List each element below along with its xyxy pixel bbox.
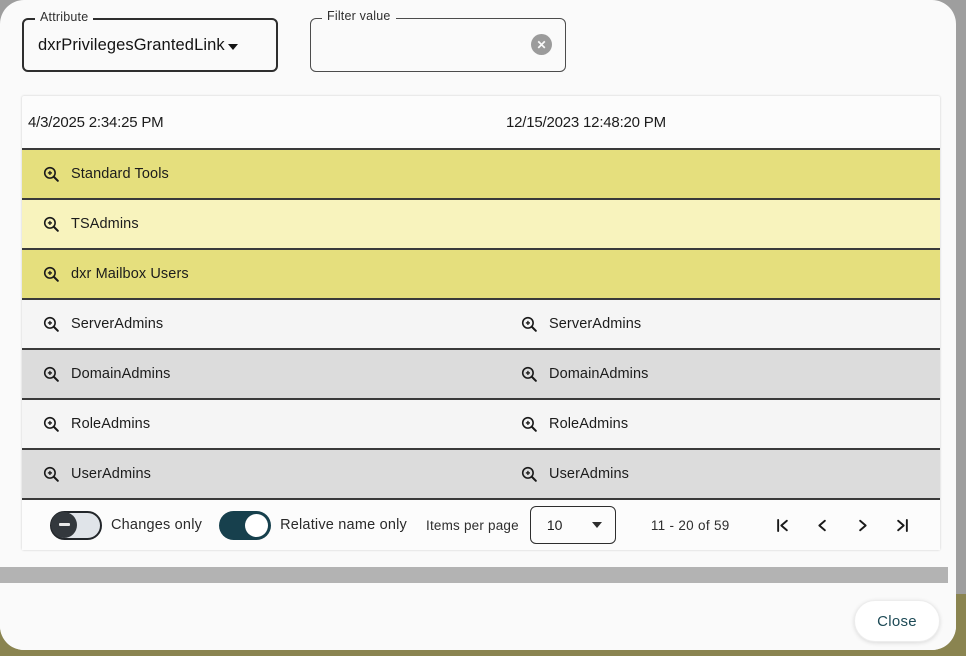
zoom-in-magnifier-icon[interactable] bbox=[42, 365, 61, 384]
dialog-footer: Close bbox=[0, 584, 956, 650]
cell-left-label: RoleAdmins bbox=[71, 416, 150, 432]
changes-only-toggle[interactable] bbox=[50, 511, 102, 540]
zoom-in-magnifier-icon[interactable] bbox=[520, 415, 539, 434]
zoom-in-magnifier-icon[interactable] bbox=[42, 415, 61, 434]
attribute-compare-dialog: Attribute dxrPrivilegesGrantedLink Filte… bbox=[0, 0, 956, 650]
table-row[interactable]: UserAdmins UserAdmins bbox=[22, 450, 940, 500]
previous-page-button[interactable] bbox=[812, 514, 834, 536]
first-page-icon bbox=[773, 516, 792, 535]
last-page-icon bbox=[893, 516, 912, 535]
table-row[interactable]: TSAdmins bbox=[22, 200, 940, 250]
table-row[interactable]: RoleAdmins RoleAdmins bbox=[22, 400, 940, 450]
items-per-page-value: 10 bbox=[547, 517, 563, 533]
pagination-controls bbox=[772, 514, 932, 536]
cell-right: UserAdmins bbox=[500, 465, 940, 484]
caret-down-icon bbox=[592, 522, 602, 528]
toggle-knob-minus-icon bbox=[51, 512, 77, 538]
table-body: Standard Tools TSAdmins bbox=[22, 150, 940, 500]
zoom-in-magnifier-icon[interactable] bbox=[42, 215, 61, 234]
cell-right-label: RoleAdmins bbox=[549, 416, 628, 432]
zoom-in-magnifier-icon[interactable] bbox=[42, 165, 61, 184]
table-footer: Changes only Relative name only Items pe… bbox=[22, 500, 940, 550]
cell-right-label: DomainAdmins bbox=[549, 366, 649, 382]
zoom-in-magnifier-icon[interactable] bbox=[42, 265, 61, 284]
cell-left-label: DomainAdmins bbox=[71, 366, 171, 382]
cell-right: ServerAdmins bbox=[500, 315, 940, 334]
attribute-selected-value: dxrPrivilegesGrantedLink bbox=[38, 20, 238, 70]
items-per-page-label: Items per page bbox=[426, 518, 519, 533]
attribute-select[interactable]: Attribute dxrPrivilegesGrantedLink bbox=[22, 18, 278, 72]
comparison-table: 4/3/2025 2:34:25 PM 12/15/2023 12:48:20 … bbox=[22, 96, 940, 550]
relative-name-only-toggle[interactable] bbox=[219, 511, 271, 540]
cell-right: RoleAdmins bbox=[500, 415, 940, 434]
column-header-right: 12/15/2023 12:48:20 PM bbox=[500, 114, 940, 131]
cell-left: ServerAdmins bbox=[22, 315, 500, 334]
page-range-label: 11 - 20 of 59 bbox=[651, 518, 730, 533]
table-header-row: 4/3/2025 2:34:25 PM 12/15/2023 12:48:20 … bbox=[22, 96, 940, 150]
close-button[interactable]: Close bbox=[854, 600, 940, 642]
zoom-in-magnifier-icon[interactable] bbox=[42, 465, 61, 484]
cell-left-label: dxr Mailbox Users bbox=[71, 266, 189, 282]
column-header-left: 4/3/2025 2:34:25 PM bbox=[22, 114, 500, 131]
cell-left-label: Standard Tools bbox=[71, 166, 169, 182]
chevron-left-icon bbox=[813, 516, 832, 535]
clear-filter-button[interactable]: ✕ bbox=[531, 34, 552, 55]
cell-left: DomainAdmins bbox=[22, 365, 500, 384]
last-page-button[interactable] bbox=[892, 514, 914, 536]
cell-left: UserAdmins bbox=[22, 465, 500, 484]
zoom-in-magnifier-icon[interactable] bbox=[520, 315, 539, 334]
cell-right: DomainAdmins bbox=[500, 365, 940, 384]
next-page-button[interactable] bbox=[852, 514, 874, 536]
relative-name-only-label: Relative name only bbox=[280, 517, 407, 533]
cell-left-label: UserAdmins bbox=[71, 466, 151, 482]
table-row[interactable]: Standard Tools bbox=[22, 150, 940, 200]
table-row[interactable]: dxr Mailbox Users bbox=[22, 250, 940, 300]
toggle-knob bbox=[245, 514, 268, 537]
cell-right-label: UserAdmins bbox=[549, 466, 629, 482]
filter-value-input[interactable] bbox=[323, 25, 523, 65]
cell-left: dxr Mailbox Users bbox=[22, 265, 500, 284]
cell-left: TSAdmins bbox=[22, 215, 500, 234]
chevron-right-icon bbox=[853, 516, 872, 535]
horizontal-scrollbar-thumb[interactable] bbox=[0, 567, 948, 583]
horizontal-scrollbar bbox=[0, 566, 956, 584]
zoom-in-magnifier-icon[interactable] bbox=[42, 315, 61, 334]
cell-left: RoleAdmins bbox=[22, 415, 500, 434]
changes-only-label: Changes only bbox=[111, 517, 202, 533]
cell-right-label: ServerAdmins bbox=[549, 316, 641, 332]
zoom-in-magnifier-icon[interactable] bbox=[520, 365, 539, 384]
cell-left: Standard Tools bbox=[22, 165, 500, 184]
caret-down-icon bbox=[228, 44, 238, 50]
cell-left-label: ServerAdmins bbox=[71, 316, 163, 332]
zoom-in-magnifier-icon[interactable] bbox=[520, 465, 539, 484]
filter-field-label: Filter value bbox=[322, 9, 396, 23]
table-row[interactable]: ServerAdmins ServerAdmins bbox=[22, 300, 940, 350]
first-page-button[interactable] bbox=[772, 514, 794, 536]
filter-bar: Attribute dxrPrivilegesGrantedLink Filte… bbox=[0, 0, 956, 90]
filter-value-field[interactable]: Filter value ✕ bbox=[310, 18, 566, 72]
items-per-page-select[interactable]: 10 bbox=[530, 506, 616, 544]
circle-x-clear-icon: ✕ bbox=[536, 39, 546, 51]
cell-left-label: TSAdmins bbox=[71, 216, 139, 232]
table-row[interactable]: DomainAdmins DomainAdmins bbox=[22, 350, 940, 400]
